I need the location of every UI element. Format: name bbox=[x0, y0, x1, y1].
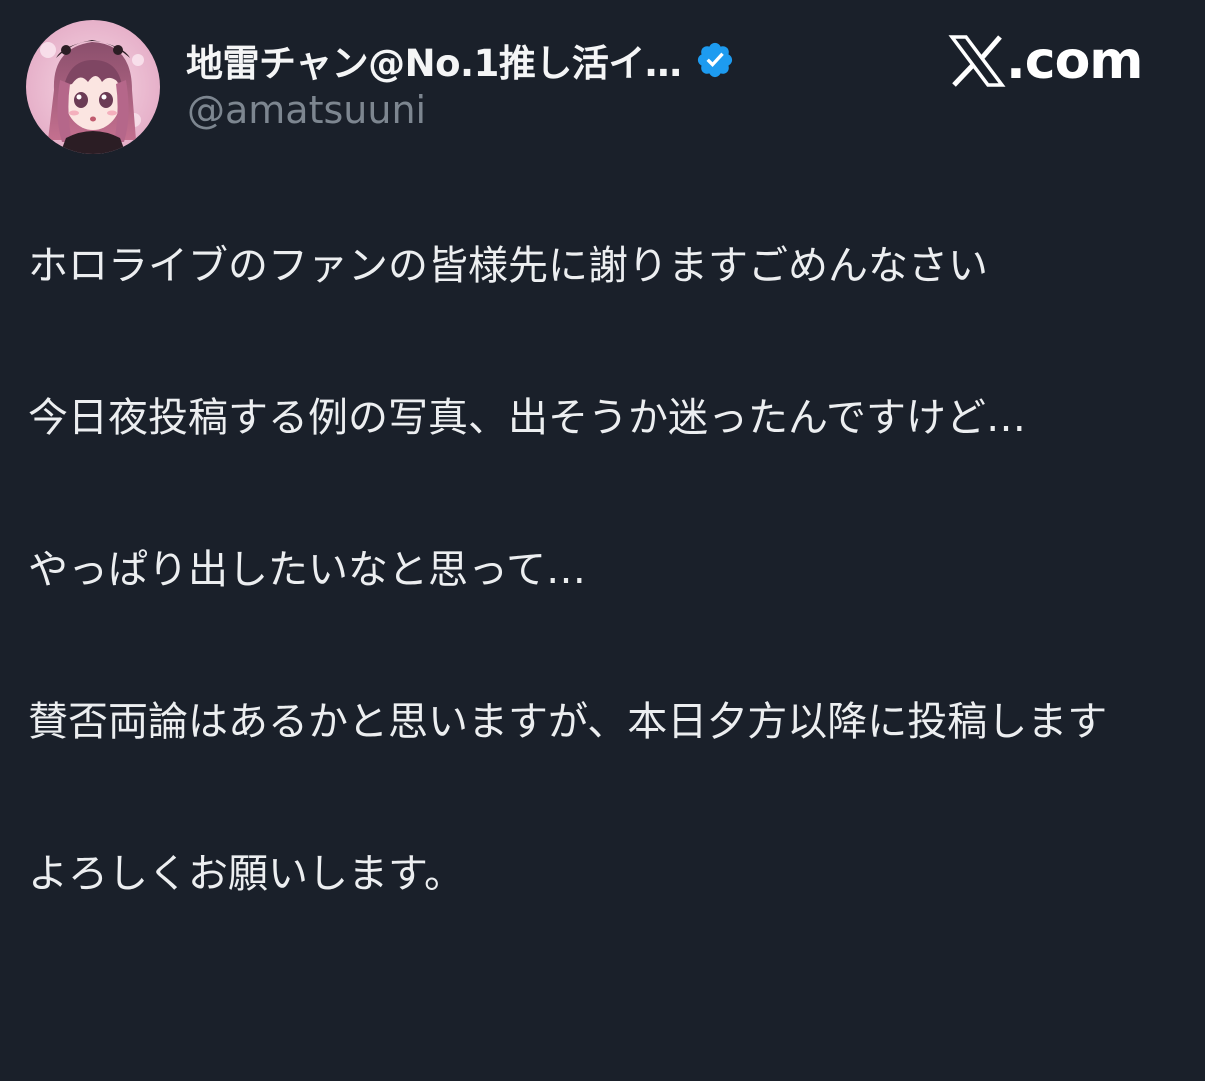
tweet-text: ホロライブのファンの皆様先に謝りますごめんなさい 今日夜投稿する例の写真、出そう… bbox=[28, 228, 1188, 912]
tweet-paragraph: よろしくお願いします。 bbox=[28, 851, 464, 897]
verified-badge-icon[interactable] bbox=[695, 40, 735, 80]
author-display-name[interactable]: 地雷チャン@No.1推し活イ… bbox=[186, 33, 682, 87]
tweet-paragraph: 今日夜投稿する例の写真、出そうか迷ったんですけど… bbox=[28, 395, 1026, 441]
brand-watermark: .com bbox=[948, 28, 1143, 94]
avatar-icon bbox=[26, 20, 160, 154]
author-handle[interactable]: @amatsuuni bbox=[187, 88, 426, 132]
author-name-row[interactable]: 地雷チャン@No.1推し活イ… bbox=[186, 34, 735, 86]
tweet-paragraph: 賛否両論はあるかと思いますが、本日夕方以降に投稿します bbox=[28, 699, 1108, 745]
brand-domain-text: .com bbox=[1006, 31, 1143, 91]
tweet-paragraph: ホロライブのファンの皆様先に謝りますごめんなさい bbox=[28, 243, 988, 289]
x-logo-icon bbox=[948, 35, 1006, 87]
author-avatar[interactable] bbox=[26, 20, 160, 154]
tweet-paragraph: やっぱり出したいなと思って… bbox=[28, 547, 586, 593]
